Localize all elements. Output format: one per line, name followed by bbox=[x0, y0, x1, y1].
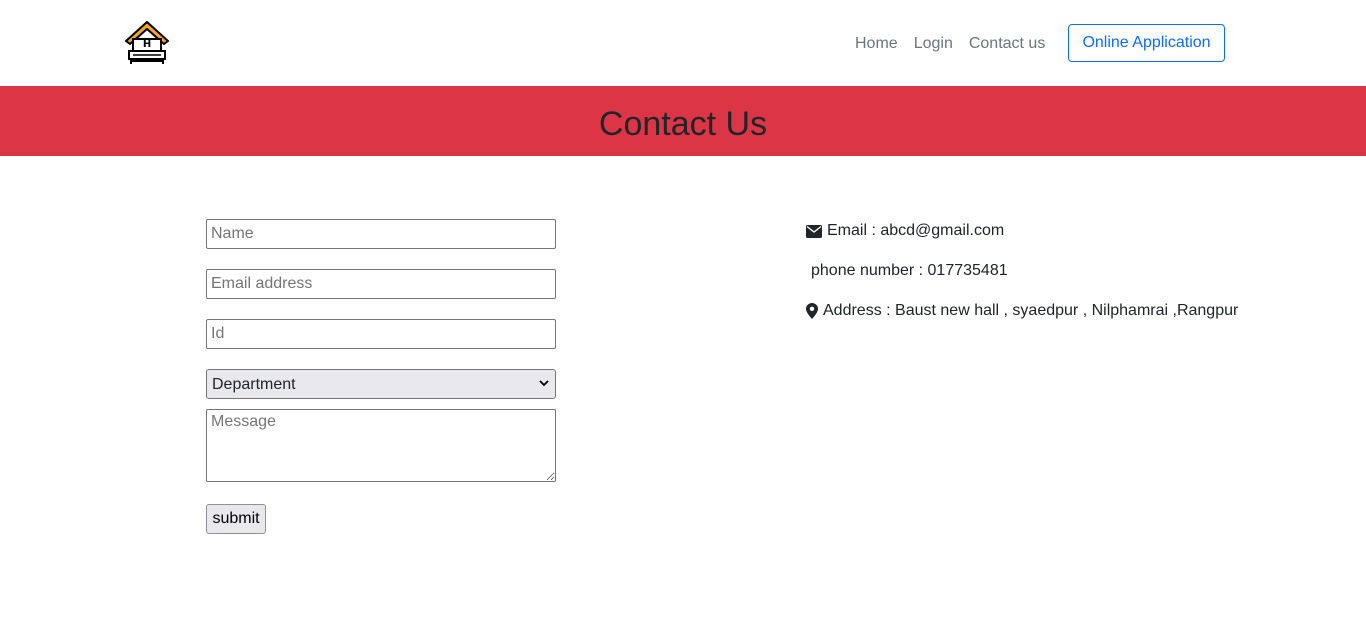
map-marker-icon bbox=[806, 303, 818, 319]
nav-link-contact[interactable]: Contact us bbox=[969, 34, 1045, 54]
contact-email-text: Email : abcd@gmail.com bbox=[827, 222, 1005, 239]
submit-button[interactable]: submit bbox=[206, 504, 266, 534]
page-banner: Contact Us bbox=[0, 86, 1366, 156]
contact-phone: phone number : 017735481 bbox=[806, 262, 1008, 280]
contact-address: Address : Baust new hall , syaedpur , Ni… bbox=[806, 302, 1238, 320]
message-textarea[interactable] bbox=[206, 409, 556, 482]
department-select[interactable]: Department bbox=[206, 369, 556, 399]
envelope-icon bbox=[806, 224, 822, 238]
page-title: Contact Us bbox=[598, 105, 768, 143]
contact-phone-text: phone number : 017735481 bbox=[811, 262, 1008, 279]
svg-text:H: H bbox=[143, 39, 151, 50]
nav-links: Home Login Contact us bbox=[855, 34, 1061, 54]
navbar: H Home Login Contact us Online Applicati… bbox=[0, 0, 1366, 86]
contact-address-text: Address : Baust new hall , syaedpur , Ni… bbox=[823, 302, 1239, 319]
nav-link-login[interactable]: Login bbox=[914, 34, 953, 54]
email-input[interactable] bbox=[206, 269, 556, 299]
name-input[interactable] bbox=[206, 219, 556, 249]
nav-link-home[interactable]: Home bbox=[855, 34, 898, 54]
id-input[interactable] bbox=[206, 319, 556, 349]
contact-email: Email : abcd@gmail.com bbox=[806, 222, 1004, 240]
house-logo-icon[interactable]: H bbox=[123, 19, 171, 67]
online-application-button[interactable]: Online Application bbox=[1068, 24, 1225, 62]
